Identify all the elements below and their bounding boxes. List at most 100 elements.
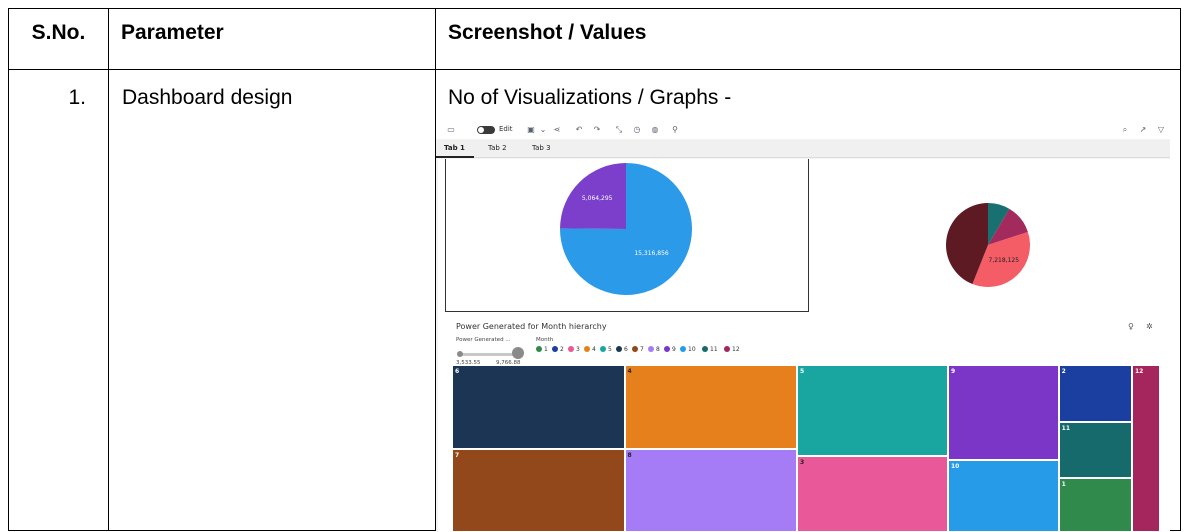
header-parameter: Parameter [109, 9, 436, 70]
legend-item[interactable]: 1 [536, 346, 548, 353]
treemap-cell[interactable]: 11 [1059, 422, 1132, 478]
pie-chart-2[interactable]: 7,218,125 [918, 159, 1168, 319]
legend-item[interactable]: 4 [584, 346, 596, 353]
pie-chart-1[interactable]: 15,316,856 5,064,295 [438, 159, 818, 319]
legend-label: 10 [688, 346, 696, 353]
timer-icon[interactable]: ◷ [632, 125, 642, 135]
treemap-cell-label: 7 [455, 452, 459, 459]
edit-toggle[interactable] [477, 126, 495, 134]
parameter-table: S.No. Parameter Screenshot / Values 1. D… [8, 8, 1181, 531]
treemap-cell[interactable]: 5 [797, 365, 948, 456]
legend-label: 1 [544, 346, 548, 353]
row-values: No of Visualizations / Graphs - ▭ Edit ▣… [436, 70, 1181, 531]
pie-data-label: 15,316,856 [634, 250, 669, 257]
treemap-cell[interactable]: 4 [625, 365, 798, 449]
values-title: No of Visualizations / Graphs - [448, 86, 731, 110]
legend-label: 9 [672, 346, 676, 353]
treemap-cell-label: 1 [1062, 481, 1066, 488]
size-slider-min-handle[interactable] [457, 351, 463, 357]
treemap-cell[interactable]: 2 [1059, 365, 1132, 422]
legend-swatch [616, 346, 622, 352]
size-slider-track[interactable] [458, 353, 520, 356]
chevron-down-icon[interactable]: ⌄ [538, 125, 548, 135]
size-slider-max-handle[interactable] [512, 347, 524, 359]
pie-data-label: 7,218,125 [989, 257, 1020, 264]
treemap-cell-label: 10 [951, 463, 959, 470]
legend-item[interactable]: 11 [702, 346, 718, 353]
treemap-cell[interactable]: 1 [1059, 478, 1132, 532]
legend-swatch [702, 346, 708, 352]
tab-1[interactable]: Tab 1 [444, 144, 465, 152]
treemap-cell-label: 2 [1062, 368, 1066, 375]
legend-label: 6 [624, 346, 628, 353]
pie-data-label: 5,064,295 [582, 195, 613, 202]
legend-item[interactable]: 10 [680, 346, 696, 353]
tab-bar: Tab 1 Tab 2 Tab 3 [436, 140, 1170, 158]
legend-label: 2 [560, 346, 564, 353]
treemap-chart[interactable]: 674853910211112 [452, 365, 1160, 532]
legend-swatch [632, 346, 638, 352]
legend-item[interactable]: 8 [648, 346, 660, 353]
redo-icon[interactable]: ↷ [592, 125, 602, 135]
legend-label: 8 [656, 346, 660, 353]
treemap-cell-label: 12 [1135, 368, 1143, 375]
size-legend-label: Power Generated ... [456, 337, 511, 343]
save-icon[interactable]: ▣ [526, 125, 536, 135]
chart-icon[interactable]: ↗ [1138, 125, 1148, 135]
settings-icon[interactable]: ✲ [1146, 322, 1153, 331]
dashboard-screenshot: ▭ Edit ▣ ⌄ ⋖ ↶ ↷ ⤡ ◷ ◍ ⚲ ⌕ ↗ ▽ [436, 122, 1170, 532]
row-parameter: Dashboard design [109, 70, 436, 531]
palette-icon[interactable]: ◍ [650, 125, 660, 135]
zoom-icon[interactable]: ⌕ [1120, 125, 1130, 135]
header-values: Screenshot / Values [436, 9, 1181, 70]
treemap-cell[interactable]: 3 [797, 456, 948, 532]
legend-swatch [600, 346, 606, 352]
treemap-cell[interactable]: 8 [625, 449, 798, 532]
treemap-cell[interactable]: 7 [452, 449, 625, 532]
tab-2[interactable]: Tab 2 [488, 144, 507, 152]
treemap-cell-label: 8 [628, 452, 632, 459]
treemap-cell[interactable]: 12 [1132, 365, 1160, 532]
toolbar: ▭ Edit ▣ ⌄ ⋖ ↶ ↷ ⤡ ◷ ◍ ⚲ ⌕ ↗ ▽ [436, 122, 1170, 139]
auto-layout-icon[interactable]: ⤡ [614, 125, 624, 135]
undo-icon[interactable]: ↶ [574, 125, 584, 135]
legend-item[interactable]: 9 [664, 346, 676, 353]
legend-item[interactable]: 7 [632, 346, 644, 353]
legend-swatch [536, 346, 542, 352]
edit-label[interactable]: Edit [499, 125, 513, 133]
lightbulb-icon[interactable]: ♀ [1128, 322, 1134, 331]
treemap-cell[interactable]: 9 [948, 365, 1059, 460]
filter-icon[interactable]: ▽ [1156, 125, 1166, 135]
legend-label: 7 [640, 346, 644, 353]
share-icon[interactable]: ⋖ [552, 125, 562, 135]
treemap-cell[interactable]: 6 [452, 365, 625, 449]
color-legend-label: Month [536, 337, 553, 343]
legend-label: 5 [608, 346, 612, 353]
legend-item[interactable]: 3 [568, 346, 580, 353]
legend-item[interactable]: 6 [616, 346, 628, 353]
comment-icon[interactable]: ▭ [446, 125, 456, 135]
legend-swatch [724, 346, 730, 352]
legend-swatch [680, 346, 686, 352]
legend-item[interactable]: 5 [600, 346, 612, 353]
dashboard-canvas: 15,316,856 5,064,295 7,218,125 Power Gene… [438, 159, 1170, 532]
treemap-title: Power Generated for Month hierarchy [456, 322, 607, 331]
treemap-cell-label: 5 [800, 368, 804, 375]
legend-swatch [584, 346, 590, 352]
treemap-cell-label: 9 [951, 368, 955, 375]
treemap-cell-label: 4 [628, 368, 632, 375]
treemap-cell-label: 6 [455, 368, 459, 375]
tab-3[interactable]: Tab 3 [532, 144, 551, 152]
legend-swatch [552, 346, 558, 352]
treemap-cell[interactable]: 10 [948, 460, 1059, 532]
legend-swatch [664, 346, 670, 352]
legend-label: 12 [732, 346, 740, 353]
legend-label: 3 [576, 346, 580, 353]
row-sno: 1. [9, 70, 109, 531]
pin-icon[interactable]: ⚲ [670, 125, 680, 135]
legend-swatch [648, 346, 654, 352]
legend-item[interactable]: 2 [552, 346, 564, 353]
legend-swatch [568, 346, 574, 352]
treemap-cell-label: 3 [800, 459, 804, 466]
legend-item[interactable]: 12 [724, 346, 740, 353]
